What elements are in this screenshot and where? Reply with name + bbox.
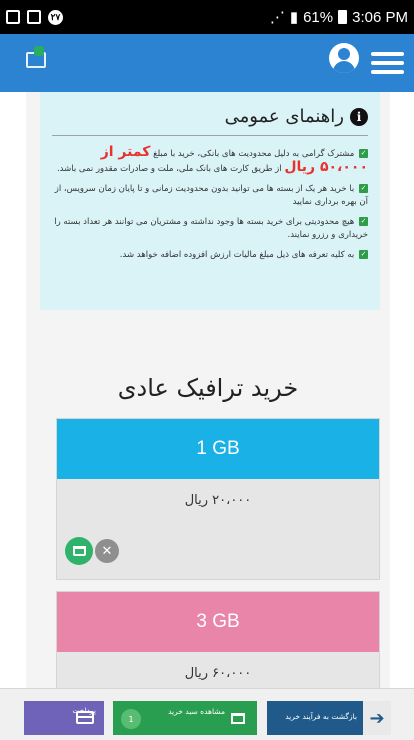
checkbox-icon: ✓ (359, 250, 368, 259)
battery-percent: 61% (303, 8, 334, 26)
back-to-purchase-button[interactable]: بازگشت به فرآیند خرید ➔ (267, 701, 391, 735)
package-name: 1 GB (57, 419, 379, 479)
app-bar (0, 34, 414, 92)
checkbox-icon: ✓ (359, 184, 368, 193)
menu-icon[interactable] (371, 52, 404, 74)
battery-icon (338, 10, 348, 24)
user-profile-icon[interactable] (329, 43, 359, 73)
credit-card-icon (76, 711, 94, 724)
screenshot-icon (6, 10, 20, 24)
close-icon: ✕ (101, 543, 113, 559)
pay-button[interactable]: پرداخت (24, 701, 104, 735)
signal-icon: ▮ (289, 9, 299, 26)
notification-count-badge: ۲۷ (48, 9, 63, 25)
view-cart-button[interactable]: مشاهده سبد خرید 1 (113, 701, 257, 735)
unread-dot (34, 46, 44, 56)
basket-icon (72, 546, 86, 556)
guide-item: ✓ مشترک گرامی به دلیل محدودیت های بانکی،… (56, 144, 368, 175)
section-title: خرید ترافیک عادی (117, 374, 299, 402)
checkbox-icon: ✓ (359, 149, 368, 158)
guide-title: راهنمای عمومی (224, 106, 344, 127)
checkbox-icon: ✓ (359, 217, 368, 226)
wifi-icon: ⋰ (269, 9, 285, 26)
package-price: ۲۰،۰۰۰ ریال (184, 493, 252, 508)
bottom-action-bar: بازگشت به فرآیند خرید ➔ مشاهده سبد خرید … (0, 688, 414, 740)
status-bar: ۲۷ ⋰ ▮ 61% 3:06 PM (0, 0, 414, 34)
arrow-right-icon: ➔ (363, 701, 391, 735)
package-name: 3 GB (57, 592, 379, 652)
mail-notification-icon (27, 10, 41, 24)
package-price: ۶۰،۰۰۰ ریال (184, 666, 252, 681)
guide-header: i راهنمای عمومی (52, 106, 368, 136)
guide-item: ✓ به کلیه تعرفه های ذیل مبلغ مالیات ارزش… (119, 250, 368, 260)
main-content: i راهنمای عمومی ✓ مشترک گرامی به دلیل مح… (26, 92, 390, 740)
package-card-1gb: 1 GB ۲۰،۰۰۰ ریال ✕ (56, 418, 380, 580)
basket-icon (231, 713, 245, 724)
guide-item: ✓ هیچ محدودیتی برای خرید بسته ها وجود ند… (54, 217, 368, 240)
guide-list: ✓ مشترک گرامی به دلیل محدودیت های بانکی،… (52, 144, 368, 262)
clock: 3:06 PM (352, 8, 408, 26)
general-guide-box: i راهنمای عمومی ✓ مشترک گرامی به دلیل مح… (40, 92, 380, 310)
cart-count-badge: 1 (121, 709, 141, 729)
info-icon: i (350, 107, 368, 126)
guide-item: ✓ با خرید هر یک از بسته ها می توانید بدو… (54, 184, 368, 207)
add-to-cart-button[interactable] (65, 537, 93, 565)
remove-button[interactable]: ✕ (95, 539, 119, 563)
